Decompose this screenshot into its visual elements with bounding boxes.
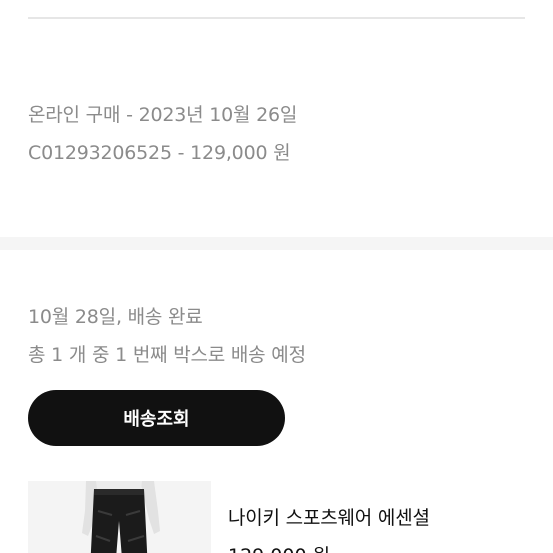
purchase-date: 온라인 구매 - 2023년 10월 26일	[28, 104, 298, 126]
delivery-status: 10월 28일, 배송 완료	[28, 306, 203, 328]
top-divider	[28, 17, 525, 19]
track-delivery-button[interactable]: 배송조회	[28, 390, 285, 446]
product-item[interactable]: 나이키 스포츠웨어 에센셜 129,000 원	[28, 481, 525, 553]
product-price: 129,000 원	[228, 541, 330, 553]
shipment-info: 10월 28일, 배송 완료 총 1 개 중 1 번째 박스로 배송 예정	[28, 298, 528, 374]
order-detail-page: 온라인 구매 - 2023년 10월 26일 C01293206525 - 12…	[0, 0, 553, 553]
order-number-total: C01293206525 - 129,000 원	[28, 142, 291, 164]
package-info: 총 1 개 중 1 번째 박스로 배송 예정	[28, 344, 306, 366]
product-image[interactable]	[28, 481, 211, 553]
product-name[interactable]: 나이키 스포츠웨어 에센셜	[228, 503, 430, 530]
order-info: 온라인 구매 - 2023년 10월 26일 C01293206525 - 12…	[28, 96, 528, 172]
section-divider	[0, 237, 553, 250]
